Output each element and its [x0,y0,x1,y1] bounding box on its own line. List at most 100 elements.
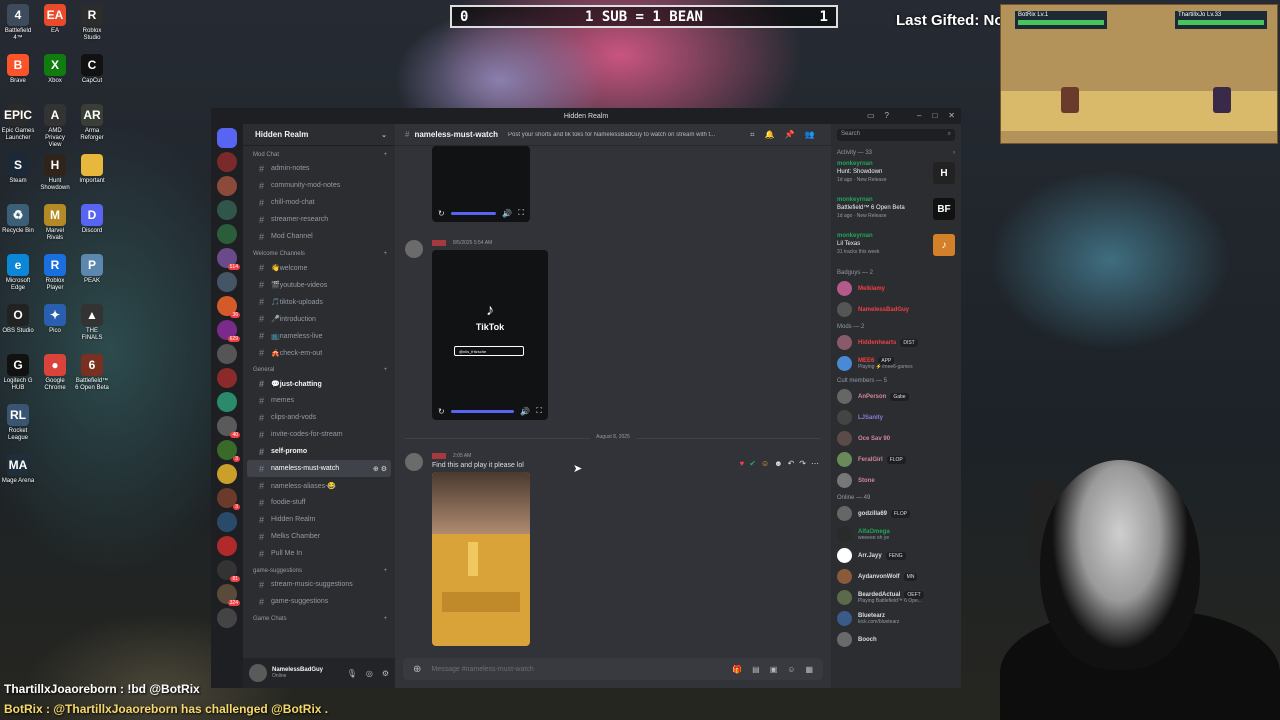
pin-icon[interactable]: 📌 [785,130,795,140]
channel-item[interactable]: # 🎪check-em-out [247,344,391,361]
channel-item[interactable]: # community-mod-notes [247,177,391,194]
maximize-icon[interactable]: □ [932,111,937,120]
add-member-icon[interactable]: ⊕ [373,466,379,473]
desktop-icon[interactable]: X Xbox [38,54,72,85]
server-icon[interactable]: 3 [217,488,240,510]
bell-icon[interactable]: 🔔 [765,130,775,140]
channel-item[interactable]: # nameless-must-watch ⊕ ⚙ [247,460,391,477]
mic-icon[interactable]: 🎙 [347,669,357,678]
member-item[interactable]: MEE6 APP Playing ⚡/mee6-games [831,353,961,374]
apps-icon[interactable]: ▦ [805,665,813,674]
channel-item[interactable]: # 📺nameless-live [247,327,391,344]
channel-item[interactable]: # Hidden Realm [247,511,391,528]
member-item[interactable]: BeardedActual OEFT Playing Battlefield™ 6 … [831,587,961,608]
server-icon[interactable] [217,128,237,148]
members-icon[interactable]: 👥 [805,130,815,140]
gear-icon[interactable]: ⚙ [382,669,389,678]
server-icon[interactable] [217,464,237,484]
emoji-reaction-icon[interactable]: ☺ [761,459,769,468]
channel-category[interactable]: Mod Chat + [243,146,395,160]
more-icon[interactable]: ⋯ [811,459,819,468]
avatar[interactable] [405,240,423,258]
replay-icon[interactable]: ↻ [438,407,445,416]
server-icon[interactable]: 324 [217,584,240,606]
plus-icon[interactable]: + [383,152,387,158]
desktop-icon[interactable]: B Brave [1,54,35,85]
channel-item[interactable]: # game-suggestions [247,593,391,610]
desktop-icon[interactable]: 4 Battlefield 4™ [1,4,35,42]
server-icon[interactable] [217,608,237,628]
member-item[interactable]: AlfaOmega weeeee oh ye [831,524,961,545]
check-reaction-icon[interactable]: ✔ [749,459,756,468]
channel-item[interactable]: # nameless-aliases-😂 [247,477,391,494]
replay-icon[interactable]: ↻ [438,209,445,218]
server-icon[interactable] [217,512,237,532]
channel-category[interactable]: Game Chats + [243,610,395,624]
channel-item[interactable]: # 🎤introduction [247,310,391,327]
server-icon[interactable]: 40 [217,416,240,438]
server-icon[interactable] [217,344,237,364]
gear-icon[interactable]: ⚙ [381,466,387,473]
tiktok-video-embed[interactable]: ♪ TikTok @nils_fritzsche ↻ 🔊 ⛶ [432,250,548,420]
channel-item[interactable]: # streamer-research [247,211,391,228]
server-icon[interactable] [217,152,237,172]
server-icon[interactable]: 629 [217,320,240,342]
member-item[interactable]: NamelessBadGuy [831,299,961,320]
member-item[interactable]: Booch [831,629,961,650]
gift-icon[interactable]: 🎁 [732,665,742,674]
member-item[interactable]: Hiddenhearts DIST [831,332,961,353]
sticker-icon[interactable]: ▣ [770,665,778,674]
desktop-icon[interactable]: O OBS Studio [1,304,35,335]
server-icon[interactable] [217,176,237,196]
desktop-icon[interactable]: ● Google Chrome [38,354,72,392]
plus-icon[interactable]: + [383,367,387,373]
member-item[interactable]: Stone [831,470,961,491]
video-progress[interactable] [450,211,497,215]
activity-card[interactable]: monkeyrnan Hunt: Showdown 1d ago · New Rel… [831,158,961,194]
desktop-icon[interactable]: H Hunt Showdown [38,154,72,192]
channel-topic[interactable]: Post your shorts and tik toks for Namele… [508,132,744,138]
desktop-icon[interactable]: M Marvel Rivals [38,204,72,242]
inbox-icon[interactable]: ▭ [867,111,875,120]
channel-item[interactable]: # stream-music-suggestions [247,576,391,593]
server-icon[interactable] [217,224,237,244]
desktop-icon[interactable]: R Roblox Player [38,254,72,292]
heart-reaction-icon[interactable]: ♥ [740,459,745,468]
server-icon[interactable] [217,272,237,292]
member-item[interactable]: godzilla69 FLOP [831,503,961,524]
avatar[interactable] [249,664,267,682]
channel-item[interactable]: # self-promo [247,443,391,460]
chevron-right-icon[interactable]: › [953,150,955,156]
server-icon[interactable]: 81 [217,560,240,582]
headphones-icon[interactable]: ◎ [366,669,373,678]
message-author-redacted[interactable] [432,240,446,246]
desktop-icon[interactable]: R Roblox Studio [75,4,109,42]
fullscreen-icon[interactable]: ⛶ [536,406,542,416]
video-progress[interactable] [450,409,515,413]
channel-item[interactable]: # Mod Channel [247,228,391,245]
plus-icon[interactable]: + [383,616,387,622]
minimize-icon[interactable]: – [917,111,921,120]
emoji-icon[interactable]: ☺ [787,665,795,674]
channel-category[interactable]: game-suggestions + [243,562,395,576]
desktop-icon[interactable]: RL Rocket League [1,404,35,442]
forward-icon[interactable]: ↷ [799,459,806,468]
channel-item[interactable]: # 🎬youtube-videos [247,276,391,293]
channel-item[interactable]: # Pull Me In [247,545,391,562]
desktop-icon[interactable]: G Logitech G HUB [1,354,35,392]
member-item[interactable]: Oce Sav 90 [831,428,961,449]
member-item[interactable]: Arr.Jayy FENG [831,545,961,566]
member-item[interactable]: FeralGirl FLOP [831,449,961,470]
channel-item[interactable]: # Melks Chamber [247,528,391,545]
volume-icon[interactable]: 🔊 [502,209,512,218]
message-input[interactable]: Message #nameless-must-watch [431,666,533,673]
member-item[interactable]: AnPerson Gabe [831,386,961,407]
video-embed[interactable]: ↻ 🔊 ⛶ [432,146,530,222]
desktop-icon[interactable]: S Steam [1,154,35,185]
server-icon[interactable]: 514 [217,248,240,270]
member-item[interactable]: Bluetearz kick.com/bluetearz [831,608,961,629]
volume-icon[interactable]: 🔊 [520,407,530,416]
server-icon[interactable] [217,368,237,388]
desktop-icon[interactable]: P PEAK [75,254,109,285]
channel-item[interactable]: # chill-mod-chat [247,194,391,211]
